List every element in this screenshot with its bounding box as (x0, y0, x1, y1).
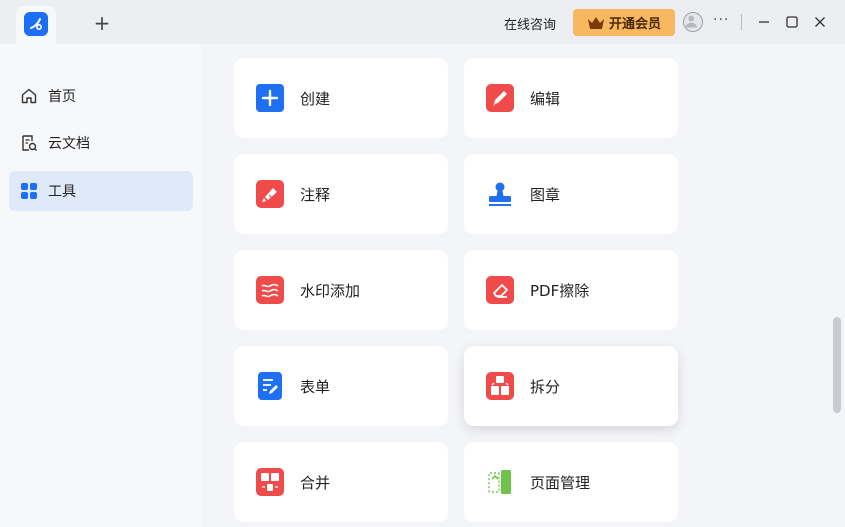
tool-card-page-manage[interactable]: 页面管理 (464, 442, 678, 522)
minimize-icon (759, 21, 769, 23)
tool-card-edit[interactable]: 编辑 (464, 58, 678, 138)
vertical-scrollbar-thumb[interactable] (833, 317, 841, 413)
divider (741, 14, 742, 30)
tool-label: 图章 (530, 185, 561, 204)
form-icon (256, 372, 284, 400)
tool-card-annotate[interactable]: 注释 (234, 154, 448, 234)
title-bar: + 在线咨询 开通会员 ··· (0, 0, 845, 44)
tool-label: PDF擦除 (530, 281, 590, 300)
app-logo-icon[interactable] (24, 12, 48, 36)
vip-button-label: 开通会员 (608, 17, 661, 32)
tool-card-pdf-erase[interactable]: PDF擦除 (464, 250, 678, 330)
tool-label: 水印添加 (300, 281, 361, 300)
maximize-icon (786, 16, 798, 28)
vip-button[interactable]: 开通会员 (573, 9, 675, 36)
sidebar: 首页 云文档 工具 (0, 44, 202, 527)
close-icon (815, 17, 825, 27)
online-consult-link[interactable]: 在线咨询 (504, 14, 556, 33)
tool-card-watermark[interactable]: 水印添加 (234, 250, 448, 330)
sidebar-item-cloud-doc[interactable]: 云文档 (9, 123, 193, 163)
tool-label: 编辑 (530, 89, 561, 108)
tool-card-form[interactable]: 表单 (234, 346, 448, 426)
tool-card-stamp[interactable]: 图章 (464, 154, 678, 234)
cloud-doc-icon (20, 134, 38, 152)
crown-icon (587, 16, 604, 29)
tools-grid-icon (20, 182, 38, 200)
sidebar-item-label: 云文档 (48, 136, 90, 152)
tool-label: 拆分 (530, 377, 561, 396)
maximize-button[interactable] (783, 13, 801, 31)
sidebar-item-home[interactable]: 首页 (9, 76, 193, 116)
page-manage-icon (486, 468, 514, 496)
tool-label: 创建 (300, 89, 331, 108)
tool-card-create[interactable]: 创建 (234, 58, 448, 138)
eraser-icon (486, 276, 514, 304)
tool-label: 注释 (300, 185, 331, 204)
tool-label: 合并 (300, 473, 331, 492)
marker-icon (256, 180, 284, 208)
more-menu-button[interactable]: ··· (713, 12, 729, 28)
avatar[interactable] (683, 12, 703, 32)
plus-icon (256, 84, 284, 112)
tool-label: 页面管理 (530, 473, 591, 492)
minimize-button[interactable] (755, 13, 773, 31)
user-icon (685, 15, 698, 28)
tool-card-merge[interactable]: 合并 (234, 442, 448, 522)
merge-icon (256, 468, 284, 496)
tools-panel: 创建 编辑 注释 图章 水印添加 PDF擦除 表单 拆分 合并 页面管理 (202, 44, 845, 527)
sidebar-item-tools[interactable]: 工具 (9, 171, 193, 211)
sidebar-item-label: 首页 (48, 89, 76, 105)
sidebar-item-label: 工具 (48, 184, 76, 200)
pencil-icon (486, 84, 514, 112)
tool-card-split[interactable]: 拆分 (464, 346, 678, 426)
watermark-icon (256, 276, 284, 304)
home-icon (20, 87, 38, 105)
stamp-icon (486, 180, 514, 208)
tool-label: 表单 (300, 377, 331, 396)
new-tab-button[interactable]: + (92, 13, 112, 33)
close-button[interactable] (811, 13, 829, 31)
split-icon (486, 372, 514, 400)
